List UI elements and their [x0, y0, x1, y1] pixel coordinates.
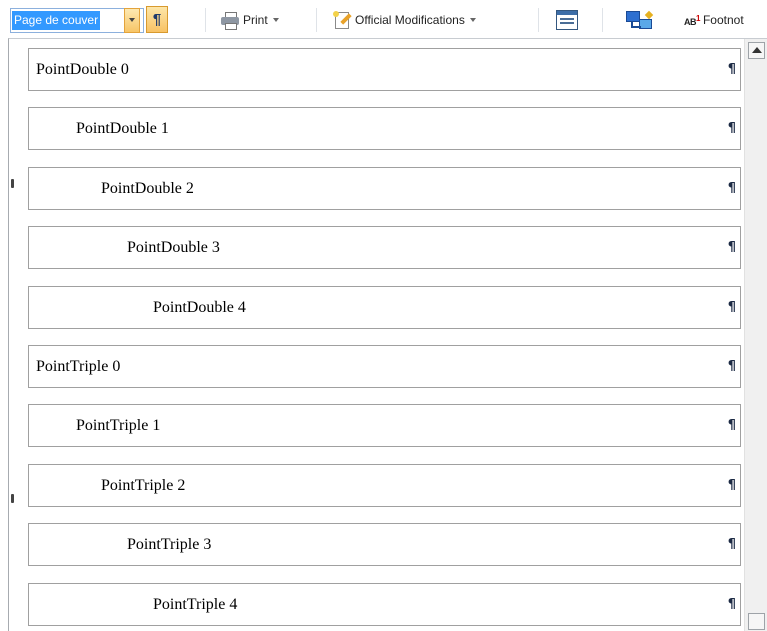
style-combo-dropdown-button[interactable] [124, 8, 140, 33]
style-item-label: PointDouble 3 [127, 239, 220, 256]
footnote-button[interactable]: AB1 Footnot [684, 7, 744, 33]
pilcrow-icon: ¶ [727, 359, 736, 374]
footnote-label: Footnot [702, 13, 744, 27]
style-item-pointtriple-1[interactable]: PointTriple 1 ¶ [28, 404, 741, 447]
style-combo-box[interactable]: Page de couver [10, 8, 144, 33]
pilcrow-icon: ¶ [727, 597, 736, 612]
style-item-pointtriple-4[interactable]: PointTriple 4 ¶ [28, 583, 741, 626]
printer-icon [221, 12, 239, 30]
form-icon [556, 10, 578, 30]
toolbar-separator [602, 8, 603, 32]
ribbon-toolbar: Page de couver ¶ Print Official Modifica… [0, 0, 767, 38]
pilcrow-icon: ¶ [727, 418, 736, 433]
style-item-label: PointDouble 1 [76, 120, 169, 137]
style-item-label: PointDouble 0 [36, 61, 129, 78]
style-item-label: PointDouble 2 [101, 180, 194, 197]
toolbar-separator [538, 8, 539, 32]
style-item-pointdouble-1[interactable]: PointDouble 1 ¶ [28, 107, 741, 150]
toolbar-separator [316, 8, 317, 32]
style-item-pointtriple-2[interactable]: PointTriple 2 ¶ [28, 464, 741, 507]
toolbar-separator [205, 8, 206, 32]
print-label: Print [243, 13, 268, 27]
style-item-pointdouble-2[interactable]: PointDouble 2 ¶ [28, 167, 741, 210]
pilcrow-icon: ¶ [727, 300, 736, 315]
style-item-label: PointTriple 3 [127, 536, 212, 553]
network-icon [626, 10, 654, 30]
style-item-label: PointTriple 4 [153, 596, 238, 613]
pilcrow-icon: ¶ [727, 478, 736, 493]
background-mark [11, 494, 14, 503]
official-modifications-button[interactable]: Official Modifications [333, 7, 476, 33]
scroll-up-icon[interactable] [748, 42, 765, 59]
style-combo-value[interactable]: Page de couver [12, 11, 101, 30]
style-item-label: PointTriple 0 [36, 358, 121, 375]
official-modifications-label: Official Modifications [355, 13, 465, 27]
style-item-label: PointTriple 2 [101, 477, 186, 494]
style-item-pointdouble-4[interactable]: PointDouble 4 ¶ [28, 286, 741, 329]
chevron-down-icon [469, 18, 476, 22]
footnote-icon: AB1 [684, 13, 700, 27]
style-item-pointtriple-0[interactable]: PointTriple 0 ¶ [28, 345, 741, 388]
style-item-pointdouble-3[interactable]: PointDouble 3 ¶ [28, 226, 741, 269]
network-button[interactable] [626, 7, 654, 33]
style-item-label: PointDouble 4 [153, 299, 246, 316]
pilcrow-icon: ¶ [727, 121, 736, 136]
official-modifications-icon [333, 11, 352, 29]
pilcrow-icon: ¶ [727, 240, 736, 255]
form-button[interactable] [556, 7, 578, 33]
style-item-label: PointTriple 1 [76, 417, 161, 434]
background-mark [11, 179, 14, 188]
vertical-scrollbar[interactable] [744, 39, 767, 631]
pilcrow-icon: ¶ [727, 181, 736, 196]
show-formatting-marks-button[interactable]: ¶ [146, 6, 168, 33]
pilcrow-icon: ¶ [727, 62, 736, 77]
style-item-pointtriple-3[interactable]: PointTriple 3 ¶ [28, 523, 741, 566]
style-gallery-dropdown: PointDouble 0 ¶ PointDouble 1 ¶ PointDou… [8, 38, 767, 631]
scroll-down-button[interactable] [748, 613, 765, 630]
style-item-pointdouble-0[interactable]: PointDouble 0 ¶ [28, 48, 741, 91]
pilcrow-icon: ¶ [727, 537, 736, 552]
chevron-down-icon [272, 18, 279, 22]
print-button[interactable]: Print [221, 7, 279, 33]
